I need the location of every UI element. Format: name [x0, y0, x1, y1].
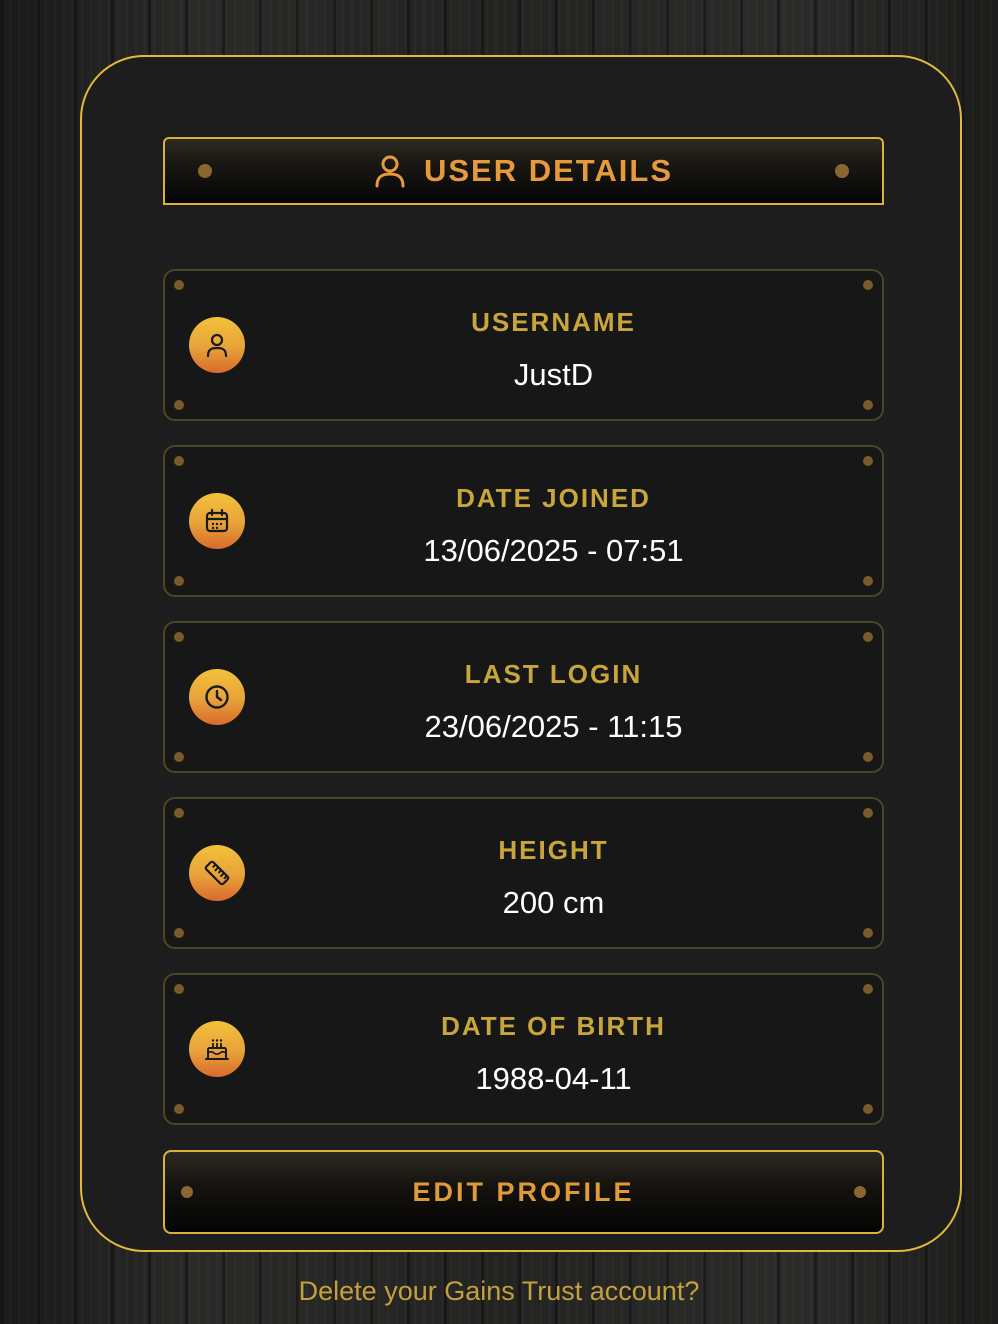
rivet [863, 400, 873, 410]
rivet [174, 1104, 184, 1114]
edit-profile-button[interactable]: EDIT PROFILE [163, 1150, 884, 1234]
rivet [174, 456, 184, 466]
rivet [863, 280, 873, 290]
rivet [863, 752, 873, 762]
user-icon [189, 317, 245, 373]
ruler-icon [189, 845, 245, 901]
rivet [863, 576, 873, 586]
date-joined-label: DATE JOINED [456, 483, 651, 513]
last-login-value: 23/06/2025 - 11:15 [424, 709, 683, 744]
clock-icon [189, 669, 245, 725]
user-icon [374, 154, 406, 188]
last-login-label: LAST LOGIN [464, 659, 643, 689]
rivet [863, 928, 873, 938]
username-label: USERNAME [471, 307, 636, 337]
rivet [174, 984, 184, 994]
delete-account-link[interactable]: Delete your Gains Trust account? [0, 1276, 998, 1307]
last-login-field: LAST LOGIN 23/06/2025 - 11:15 [163, 621, 884, 773]
rivet [863, 632, 873, 642]
date-of-birth-label: DATE OF BIRTH [441, 1011, 666, 1041]
height-value: 200 cm [502, 885, 605, 920]
height-label: HEIGHT [498, 835, 609, 865]
user-details-header: USER DETAILS [163, 137, 884, 205]
user-details-card: USER DETAILS USERNAME JustD DATE JOINED … [80, 55, 962, 1252]
rivet [863, 984, 873, 994]
cake-icon [189, 1021, 245, 1077]
rivet [174, 928, 184, 938]
username-field: USERNAME JustD [163, 269, 884, 421]
date-of-birth-field: DATE OF BIRTH 1988-04-11 [163, 973, 884, 1125]
date-joined-value: 13/06/2025 - 07:51 [423, 533, 684, 568]
rivet [863, 808, 873, 818]
rivet [174, 632, 184, 642]
date-of-birth-value: 1988-04-11 [475, 1061, 632, 1096]
rivet [854, 1186, 866, 1198]
rivet [174, 808, 184, 818]
height-field: HEIGHT 200 cm [163, 797, 884, 949]
rivet [174, 280, 184, 290]
rivet [863, 456, 873, 466]
date-joined-field: DATE JOINED 13/06/2025 - 07:51 [163, 445, 884, 597]
edit-profile-label: EDIT PROFILE [412, 1176, 635, 1207]
rivet [181, 1186, 193, 1198]
calendar-icon [189, 493, 245, 549]
username-value: JustD [513, 357, 594, 392]
rivet [863, 1104, 873, 1114]
rivet [198, 164, 212, 178]
rivet [174, 752, 184, 762]
rivet [835, 164, 849, 178]
rivet [174, 400, 184, 410]
page-title: USER DETAILS [423, 153, 674, 188]
rivet [174, 576, 184, 586]
